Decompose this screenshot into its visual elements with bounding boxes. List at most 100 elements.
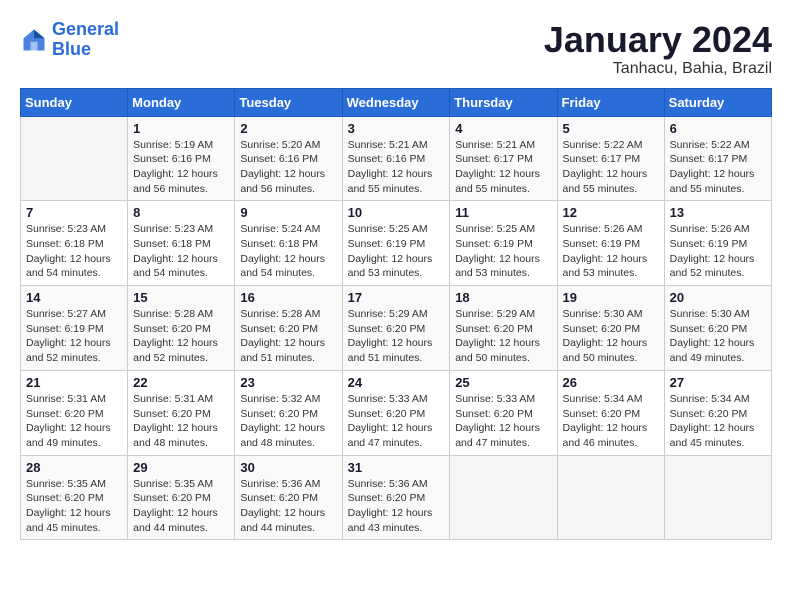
day-info: Sunrise: 5:20 AMSunset: 6:16 PMDaylight:… — [240, 138, 336, 197]
day-number: 16 — [240, 290, 336, 305]
weekday-header-tuesday: Tuesday — [235, 88, 342, 116]
calendar-cell — [21, 116, 128, 201]
day-number: 7 — [26, 205, 122, 220]
calendar-cell: 31 Sunrise: 5:36 AMSunset: 6:20 PMDayligh… — [342, 455, 450, 540]
day-number: 11 — [455, 205, 551, 220]
day-info: Sunrise: 5:29 AMSunset: 6:20 PMDaylight:… — [455, 307, 551, 366]
day-info: Sunrise: 5:30 AMSunset: 6:20 PMDaylight:… — [670, 307, 766, 366]
day-info: Sunrise: 5:34 AMSunset: 6:20 PMDaylight:… — [563, 392, 659, 451]
calendar-cell: 11 Sunrise: 5:25 AMSunset: 6:19 PMDayligh… — [450, 201, 557, 286]
calendar-cell: 20Sunrise: 5:30 AMSunset: 6:20 PMDayligh… — [664, 286, 771, 371]
weekday-header-wednesday: Wednesday — [342, 88, 450, 116]
day-info: Sunrise: 5:33 AMSunset: 6:20 PMDaylight:… — [348, 392, 445, 451]
day-info: Sunrise: 5:27 AMSunset: 6:19 PMDaylight:… — [26, 307, 122, 366]
calendar-cell: 26 Sunrise: 5:34 AMSunset: 6:20 PMDayligh… — [557, 370, 664, 455]
logo-text: General Blue — [52, 20, 119, 60]
calendar-cell: 7 Sunrise: 5:23 AMSunset: 6:18 PMDaylight… — [21, 201, 128, 286]
day-info: Sunrise: 5:22 AMSunset: 6:17 PMDaylight:… — [670, 138, 766, 197]
day-info: Sunrise: 5:32 AMSunset: 6:20 PMDaylight:… — [240, 392, 336, 451]
day-number: 1 — [133, 121, 229, 136]
day-number: 15 — [133, 290, 229, 305]
calendar-cell: 23 Sunrise: 5:32 AMSunset: 6:20 PMDayligh… — [235, 370, 342, 455]
logo: General Blue — [20, 20, 119, 60]
day-number: 26 — [563, 375, 659, 390]
location: Tanhacu, Bahia, Brazil — [544, 60, 772, 78]
day-info: Sunrise: 5:23 AMSunset: 6:18 PMDaylight:… — [26, 222, 122, 281]
day-number: 21 — [26, 375, 122, 390]
calendar-cell: 3 Sunrise: 5:21 AMSunset: 6:16 PMDaylight… — [342, 116, 450, 201]
day-number: 31 — [348, 460, 445, 475]
calendar-cell: 2 Sunrise: 5:20 AMSunset: 6:16 PMDaylight… — [235, 116, 342, 201]
day-info: Sunrise: 5:19 AMSunset: 6:16 PMDaylight:… — [133, 138, 229, 197]
weekday-header-friday: Friday — [557, 88, 664, 116]
day-info: Sunrise: 5:28 AMSunset: 6:20 PMDaylight:… — [133, 307, 229, 366]
day-info: Sunrise: 5:30 AMSunset: 6:20 PMDaylight:… — [563, 307, 659, 366]
calendar-cell: 29 Sunrise: 5:35 AMSunset: 6:20 PMDayligh… — [128, 455, 235, 540]
day-info: Sunrise: 5:28 AMSunset: 6:20 PMDaylight:… — [240, 307, 336, 366]
weekday-header-saturday: Saturday — [664, 88, 771, 116]
day-info: Sunrise: 5:25 AMSunset: 6:19 PMDaylight:… — [348, 222, 445, 281]
calendar-table: SundayMondayTuesdayWednesdayThursdayFrid… — [20, 88, 772, 541]
day-info: Sunrise: 5:23 AMSunset: 6:18 PMDaylight:… — [133, 222, 229, 281]
day-number: 23 — [240, 375, 336, 390]
day-number: 13 — [670, 205, 766, 220]
calendar-cell: 10 Sunrise: 5:25 AMSunset: 6:19 PMDayligh… — [342, 201, 450, 286]
calendar-cell: 6 Sunrise: 5:22 AMSunset: 6:17 PMDaylight… — [664, 116, 771, 201]
calendar-cell: 25 Sunrise: 5:33 AMSunset: 6:20 PMDayligh… — [450, 370, 557, 455]
day-number: 10 — [348, 205, 445, 220]
day-number: 8 — [133, 205, 229, 220]
day-info: Sunrise: 5:21 AMSunset: 6:16 PMDaylight:… — [348, 138, 445, 197]
logo-icon — [20, 26, 48, 54]
calendar-cell: 24Sunrise: 5:33 AMSunset: 6:20 PMDayligh… — [342, 370, 450, 455]
calendar-cell: 1 Sunrise: 5:19 AMSunset: 6:16 PMDaylight… — [128, 116, 235, 201]
day-info: Sunrise: 5:25 AMSunset: 6:19 PMDaylight:… — [455, 222, 551, 281]
day-number: 4 — [455, 121, 551, 136]
day-number: 18 — [455, 290, 551, 305]
title-block: January 2024 Tanhacu, Bahia, Brazil — [544, 20, 772, 78]
day-info: Sunrise: 5:21 AMSunset: 6:17 PMDaylight:… — [455, 138, 551, 197]
day-info: Sunrise: 5:34 AMSunset: 6:20 PMDaylight:… — [670, 392, 766, 451]
day-number: 6 — [670, 121, 766, 136]
calendar-cell — [450, 455, 557, 540]
calendar-cell: 18 Sunrise: 5:29 AMSunset: 6:20 PMDayligh… — [450, 286, 557, 371]
calendar-cell: 13 Sunrise: 5:26 AMSunset: 6:19 PMDayligh… — [664, 201, 771, 286]
day-number: 25 — [455, 375, 551, 390]
day-info: Sunrise: 5:26 AMSunset: 6:19 PMDaylight:… — [563, 222, 659, 281]
calendar-cell — [664, 455, 771, 540]
day-number: 30 — [240, 460, 336, 475]
day-number: 27 — [670, 375, 766, 390]
day-number: 9 — [240, 205, 336, 220]
calendar-cell: 27 Sunrise: 5:34 AMSunset: 6:20 PMDayligh… — [664, 370, 771, 455]
calendar-cell: 14Sunrise: 5:27 AMSunset: 6:19 PMDayligh… — [21, 286, 128, 371]
day-info: Sunrise: 5:24 AMSunset: 6:18 PMDaylight:… — [240, 222, 336, 281]
day-number: 19 — [563, 290, 659, 305]
calendar-cell: 28Sunrise: 5:35 AMSunset: 6:20 PMDayligh… — [21, 455, 128, 540]
calendar-cell: 12 Sunrise: 5:26 AMSunset: 6:19 PMDayligh… — [557, 201, 664, 286]
calendar-cell: 17Sunrise: 5:29 AMSunset: 6:20 PMDayligh… — [342, 286, 450, 371]
day-info: Sunrise: 5:35 AMSunset: 6:20 PMDaylight:… — [133, 477, 229, 536]
weekday-header-sunday: Sunday — [21, 88, 128, 116]
calendar-cell: 15 Sunrise: 5:28 AMSunset: 6:20 PMDayligh… — [128, 286, 235, 371]
calendar-cell: 5 Sunrise: 5:22 AMSunset: 6:17 PMDaylight… — [557, 116, 664, 201]
day-number: 22 — [133, 375, 229, 390]
calendar-cell: 16 Sunrise: 5:28 AMSunset: 6:20 PMDayligh… — [235, 286, 342, 371]
day-info: Sunrise: 5:26 AMSunset: 6:19 PMDaylight:… — [670, 222, 766, 281]
weekday-header-thursday: Thursday — [450, 88, 557, 116]
calendar-cell: 9 Sunrise: 5:24 AMSunset: 6:18 PMDaylight… — [235, 201, 342, 286]
day-number: 3 — [348, 121, 445, 136]
calendar-cell: 22Sunrise: 5:31 AMSunset: 6:20 PMDayligh… — [128, 370, 235, 455]
day-info: Sunrise: 5:36 AMSunset: 6:20 PMDaylight:… — [240, 477, 336, 536]
day-info: Sunrise: 5:36 AMSunset: 6:20 PMDaylight:… — [348, 477, 445, 536]
day-info: Sunrise: 5:31 AMSunset: 6:20 PMDaylight:… — [26, 392, 122, 451]
day-info: Sunrise: 5:33 AMSunset: 6:20 PMDaylight:… — [455, 392, 551, 451]
day-number: 28 — [26, 460, 122, 475]
day-number: 29 — [133, 460, 229, 475]
day-number: 12 — [563, 205, 659, 220]
weekday-header-monday: Monday — [128, 88, 235, 116]
day-number: 2 — [240, 121, 336, 136]
day-info: Sunrise: 5:22 AMSunset: 6:17 PMDaylight:… — [563, 138, 659, 197]
day-number: 17 — [348, 290, 445, 305]
calendar-cell: 30 Sunrise: 5:36 AMSunset: 6:20 PMDayligh… — [235, 455, 342, 540]
day-number: 5 — [563, 121, 659, 136]
calendar-cell: 4 Sunrise: 5:21 AMSunset: 6:17 PMDaylight… — [450, 116, 557, 201]
